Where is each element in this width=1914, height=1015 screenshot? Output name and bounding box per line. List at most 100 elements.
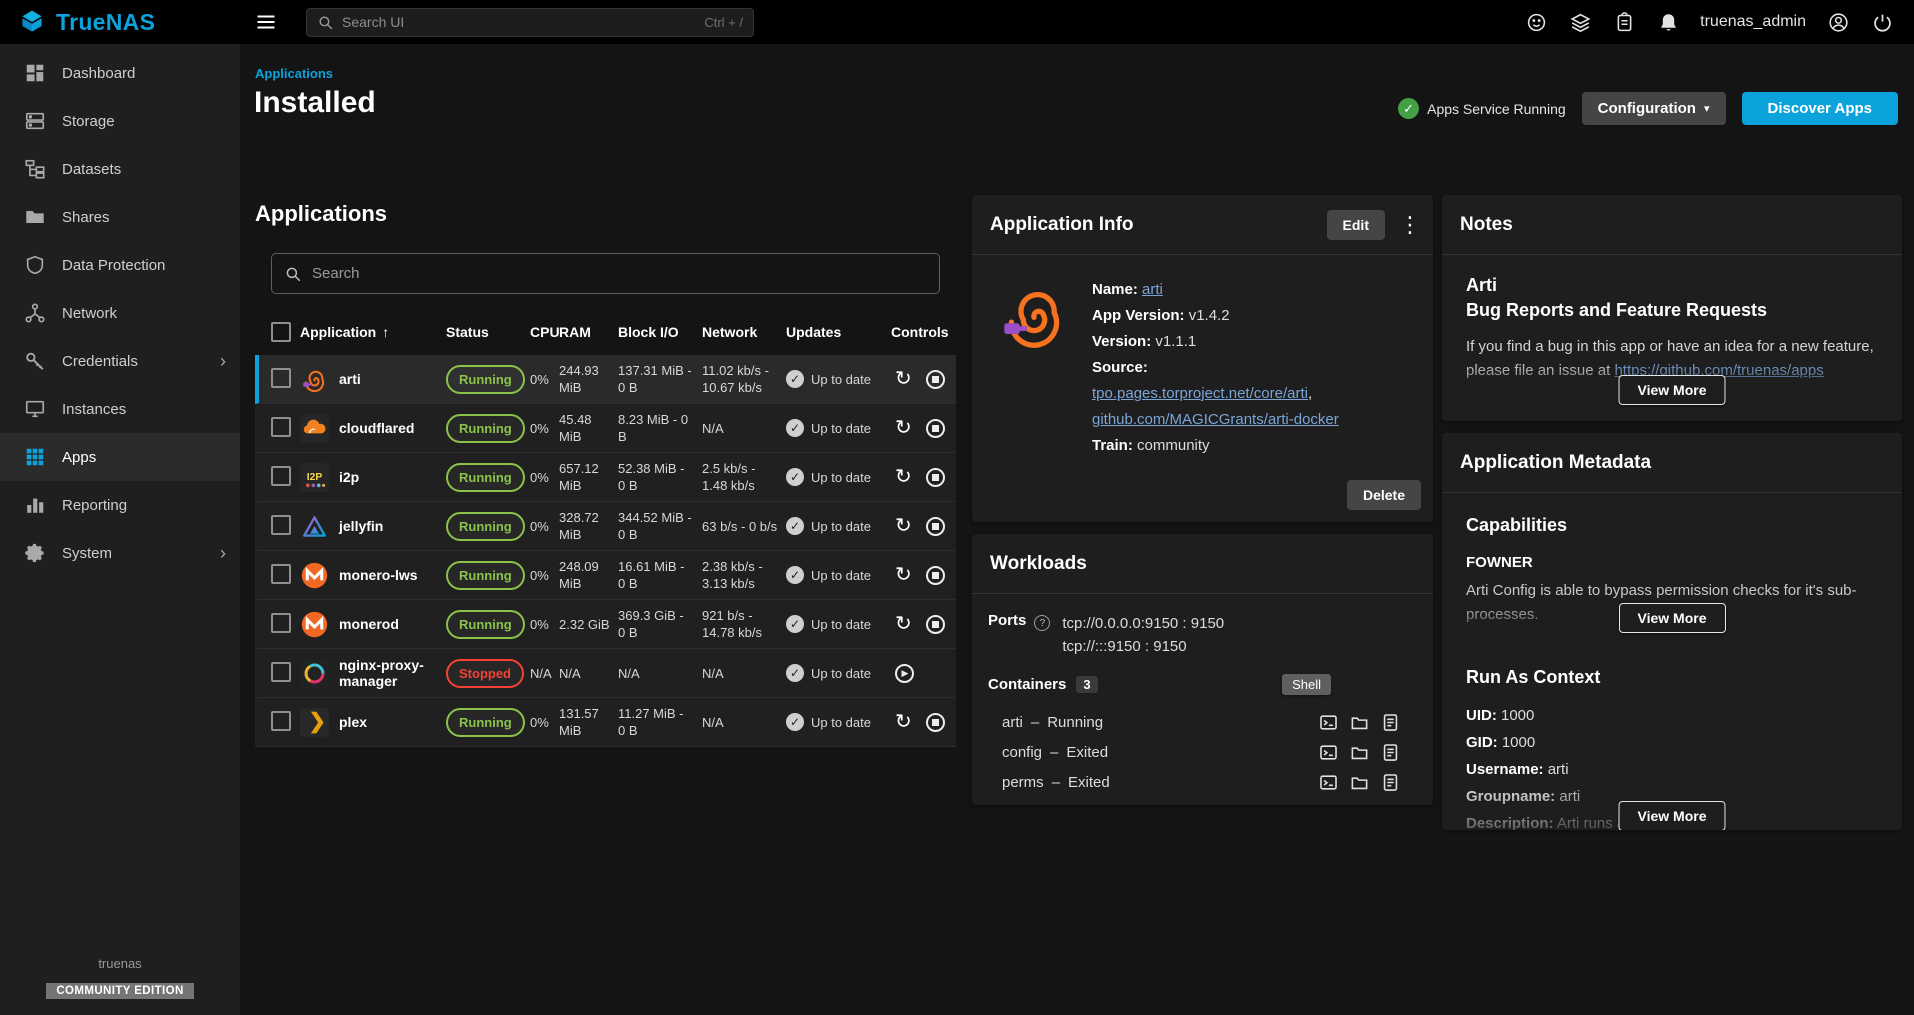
column-header-application[interactable]: Application ↑ xyxy=(300,324,446,340)
column-header-network[interactable]: Network xyxy=(702,324,786,340)
row-checkbox[interactable] xyxy=(271,564,291,584)
shell-icon[interactable] xyxy=(1319,772,1339,792)
datasets-icon xyxy=(24,158,46,180)
source-link[interactable]: tpo.pages.torproject.net/core/arti xyxy=(1092,385,1316,402)
row-checkbox[interactable] xyxy=(271,417,291,437)
table-row-monero-lws[interactable]: monero-lws Running 0% 248.09 MiB 16.61 M… xyxy=(255,551,956,600)
jobs-icon[interactable] xyxy=(1612,10,1636,34)
table-row-i2p[interactable]: I2P i2p Running 0% 657.12 MiB 52.38 MiB … xyxy=(255,453,956,502)
stop-button[interactable] xyxy=(926,419,945,438)
cell-cpu: 0% xyxy=(530,567,559,584)
sidebar-item-network[interactable]: Network xyxy=(0,289,240,337)
sidebar-item-datasets[interactable]: Datasets xyxy=(0,145,240,193)
view-logs-icon[interactable] xyxy=(1381,742,1401,762)
restart-button[interactable]: ↻ xyxy=(895,565,912,585)
browse-folder-icon[interactable] xyxy=(1350,712,1370,732)
select-all-checkbox[interactable] xyxy=(271,322,291,342)
notes-view-more-button[interactable]: View More xyxy=(1619,375,1726,405)
checkup-icon[interactable] xyxy=(1568,10,1592,34)
cell-application: monero-lws xyxy=(300,561,446,590)
row-checkbox[interactable] xyxy=(271,711,291,731)
view-logs-icon[interactable] xyxy=(1381,712,1401,732)
menu-toggle-button[interactable] xyxy=(252,8,280,36)
global-search-input[interactable] xyxy=(342,14,696,30)
edit-button[interactable]: Edit xyxy=(1327,210,1385,240)
column-header-updates[interactable]: Updates xyxy=(786,324,891,340)
monero-icon xyxy=(300,561,329,590)
sidebar-item-storage[interactable]: Storage xyxy=(0,97,240,145)
stop-button[interactable] xyxy=(926,566,945,585)
app-name-link[interactable]: arti xyxy=(1142,281,1163,298)
restart-button[interactable]: ↻ xyxy=(895,516,912,536)
column-header-controls: Controls xyxy=(891,324,956,340)
apps-search[interactable] xyxy=(271,253,940,294)
row-checkbox[interactable] xyxy=(271,515,291,535)
browse-folder-icon[interactable] xyxy=(1350,772,1370,792)
run-as-view-more-button[interactable]: View More xyxy=(1619,801,1726,830)
arti-icon xyxy=(300,365,329,394)
info-icon[interactable]: ? xyxy=(1034,615,1050,631)
restart-button[interactable]: ↻ xyxy=(895,712,912,732)
user-menu-icon[interactable] xyxy=(1826,10,1850,34)
stop-button[interactable] xyxy=(926,713,945,732)
delete-button[interactable]: Delete xyxy=(1347,480,1421,510)
column-header-cpu[interactable]: CPU xyxy=(530,324,559,340)
table-row-nginx-proxy-manager[interactable]: nginx-proxy-manager Stopped N/A N/A N/A … xyxy=(255,649,956,698)
source-link[interactable]: github.com/MAGICGrants/arti-docker xyxy=(1092,411,1339,428)
table-row-plex[interactable]: plex Running 0% 131.57 MiB 11.27 MiB - 0… xyxy=(255,698,956,747)
discover-apps-button[interactable]: Discover Apps xyxy=(1742,92,1898,125)
sidebar-item-system[interactable]: System › xyxy=(0,529,240,577)
apps-icon xyxy=(24,446,46,468)
restart-button[interactable]: ↻ xyxy=(895,418,912,438)
breadcrumb[interactable]: Applications xyxy=(255,66,333,81)
capabilities-view-more-button[interactable]: View More xyxy=(1619,603,1726,633)
restart-button[interactable]: ↻ xyxy=(895,369,912,389)
column-header-block-io[interactable]: Block I/O xyxy=(618,324,702,340)
sidebar-item-instances[interactable]: Instances xyxy=(0,385,240,433)
table-row-cloudflared[interactable]: cloudflared Running 0% 45.48 MiB 8.23 Mi… xyxy=(255,404,956,453)
configuration-button[interactable]: Configuration ▾ xyxy=(1582,92,1726,125)
row-checkbox[interactable] xyxy=(271,662,291,682)
column-header-status[interactable]: Status xyxy=(446,324,530,340)
apps-search-input[interactable] xyxy=(312,265,927,282)
truenas-brand[interactable]: TrueNAS xyxy=(0,8,240,36)
table-row-monerod[interactable]: monerod Running 0% 2.32 GiB 369.3 GiB - … xyxy=(255,600,956,649)
row-checkbox[interactable] xyxy=(271,613,291,633)
apps-service-status: ✓ Apps Service Running xyxy=(1398,98,1566,119)
cell-controls: ▶ xyxy=(891,664,956,683)
global-search[interactable]: Ctrl + / xyxy=(306,8,754,37)
shell-icon[interactable] xyxy=(1319,712,1339,732)
cell-controls: ↻ xyxy=(891,614,956,634)
stop-button[interactable] xyxy=(926,517,945,536)
row-checkbox[interactable] xyxy=(271,466,291,486)
restart-icon: ↻ xyxy=(895,614,912,634)
cell-network: 921 b/s - 14.78 kb/s xyxy=(702,607,786,641)
column-header-ram[interactable]: RAM xyxy=(559,324,618,340)
view-logs-icon[interactable] xyxy=(1381,772,1401,792)
sidebar-item-credentials[interactable]: Credentials › xyxy=(0,337,240,385)
alerts-bell-icon[interactable] xyxy=(1656,10,1680,34)
browse-folder-icon[interactable] xyxy=(1350,742,1370,762)
shell-icon[interactable] xyxy=(1319,742,1339,762)
restart-button[interactable]: ↻ xyxy=(895,467,912,487)
sidebar-item-shares[interactable]: Shares xyxy=(0,193,240,241)
stop-button[interactable] xyxy=(926,468,945,487)
status-badge: Running xyxy=(446,561,525,590)
sidebar-item-data-protection[interactable]: Data Protection xyxy=(0,241,240,289)
power-icon[interactable] xyxy=(1870,10,1894,34)
table-row-jellyfin[interactable]: jellyfin Running 0% 328.72 MiB 344.52 Mi… xyxy=(255,502,956,551)
more-options-icon[interactable]: ⋮ xyxy=(1399,212,1419,238)
sidebar-item-apps[interactable]: Apps xyxy=(0,433,240,481)
feedback-icon[interactable] xyxy=(1524,10,1548,34)
table-row-arti[interactable]: arti Running 0% 244.93 MiB 137.31 MiB - … xyxy=(255,355,956,404)
stop-button[interactable] xyxy=(926,370,945,389)
cloudflared-icon xyxy=(300,414,329,443)
restart-button[interactable]: ↻ xyxy=(895,614,912,634)
row-checkbox[interactable] xyxy=(271,368,291,388)
sidebar-item-dashboard[interactable]: Dashboard xyxy=(0,49,240,97)
start-button[interactable]: ▶ xyxy=(895,664,914,683)
cell-status: Running xyxy=(446,414,530,443)
stop-button[interactable] xyxy=(926,615,945,634)
sidebar-item-reporting[interactable]: Reporting xyxy=(0,481,240,529)
play-icon: ▶ xyxy=(895,664,914,683)
